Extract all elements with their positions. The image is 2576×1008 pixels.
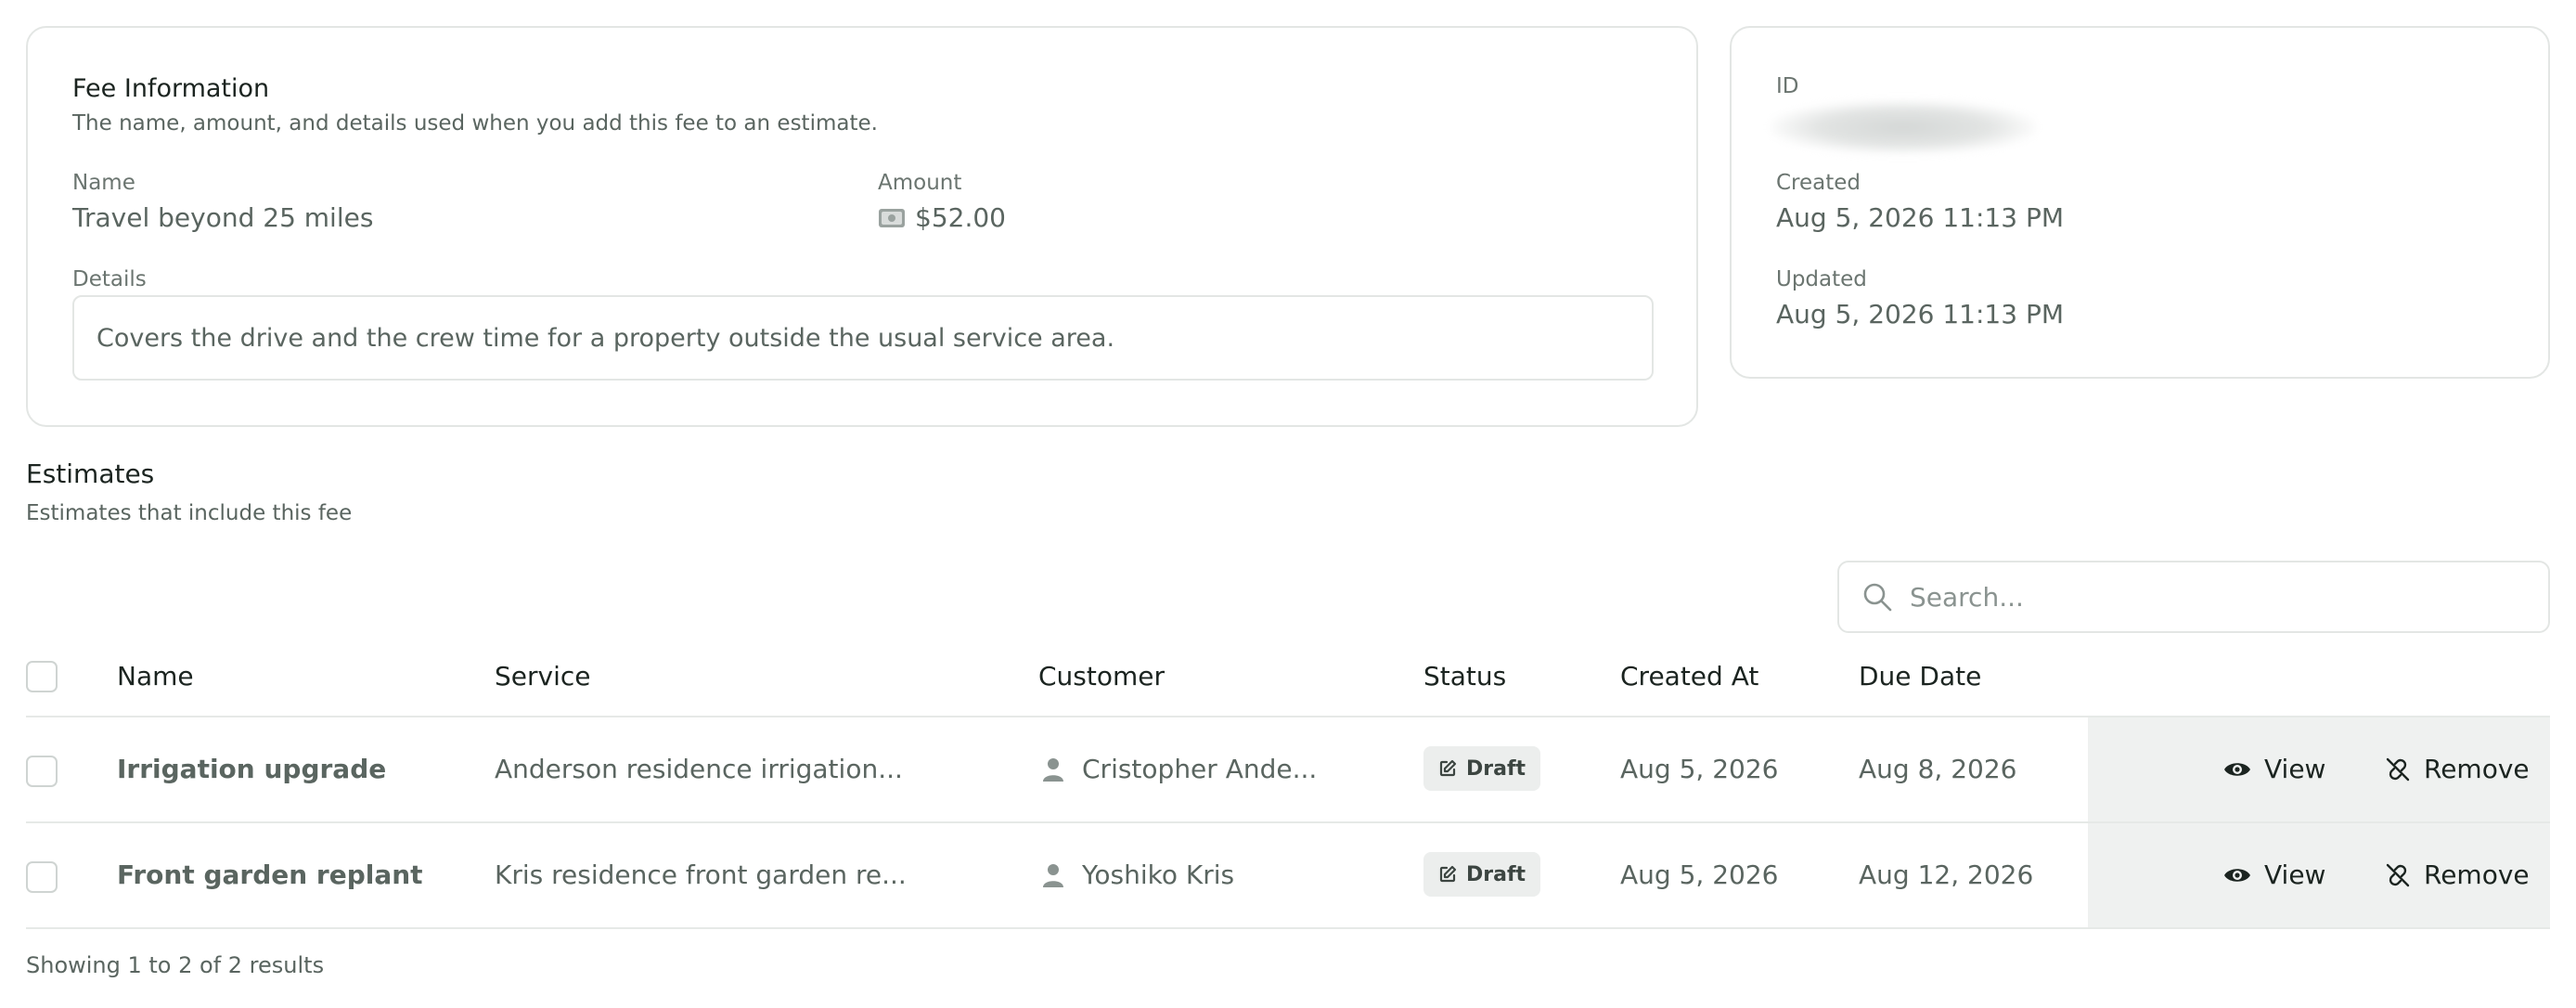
remove-button[interactable]: Remove: [2385, 754, 2530, 784]
remove-label: Remove: [2424, 859, 2530, 890]
updated-value: Aug 5, 2026 11:13 PM: [1776, 299, 2064, 330]
column-header-status[interactable]: Status: [1423, 661, 1506, 691]
estimate-service: Kris residence front garden re...: [495, 859, 907, 890]
status-badge: Draft: [1423, 852, 1541, 897]
eye-icon: [2223, 759, 2251, 780]
unlink-icon: [2385, 862, 2411, 888]
name-label: Name: [72, 171, 135, 195]
estimate-service: Anderson residence irrigation...: [495, 754, 903, 784]
edit-icon: [1438, 865, 1457, 884]
estimate-due-date: Aug 8, 2026: [1859, 754, 2017, 784]
select-all-checkbox[interactable]: [26, 661, 58, 692]
status-label: Draft: [1466, 862, 1526, 886]
edit-icon: [1438, 759, 1457, 778]
fee-information-card: Fee Information The name, amount, and de…: [26, 26, 1698, 427]
estimate-created-at: Aug 5, 2026: [1620, 754, 1779, 784]
row-divider: [26, 927, 2550, 929]
view-button[interactable]: View: [2223, 859, 2325, 890]
unlink-icon: [2385, 756, 2411, 782]
row-checkbox[interactable]: [26, 861, 58, 893]
column-header-name[interactable]: Name: [117, 661, 194, 691]
user-icon: [1041, 756, 1065, 782]
estimate-due-date: Aug 12, 2026: [1859, 859, 2034, 890]
details-field: Covers the drive and the crew time for a…: [72, 295, 1654, 381]
name-value: Travel beyond 25 miles: [72, 202, 374, 233]
status-label: Draft: [1466, 756, 1526, 781]
details-value: Covers the drive and the crew time for a…: [97, 323, 1115, 353]
amount-value: $52.00: [915, 202, 1006, 233]
eye-icon: [2223, 865, 2251, 885]
estimate-created-at: Aug 5, 2026: [1620, 859, 1779, 890]
column-header-service[interactable]: Service: [495, 661, 590, 691]
search-input[interactable]: [1910, 581, 2504, 613]
column-header-due-date[interactable]: Due Date: [1859, 661, 1981, 691]
metadata-card: ID Created Aug 5, 2026 11:13 PM Updated …: [1730, 26, 2550, 379]
card-title: Fee Information: [72, 74, 270, 103]
column-header-created-at[interactable]: Created At: [1620, 661, 1758, 691]
status-badge: Draft: [1423, 746, 1541, 791]
column-header-customer[interactable]: Customer: [1038, 661, 1165, 691]
row-checkbox[interactable]: [26, 756, 58, 787]
pagination-summary: Showing 1 to 2 of 2 results: [26, 952, 325, 978]
estimate-customer: Yoshiko Kris: [1041, 859, 1234, 890]
search-icon: [1861, 581, 1893, 613]
view-label: View: [2264, 754, 2326, 784]
id-value-redacted: [1771, 100, 2036, 154]
customer-name: Cristopher Ande...: [1082, 754, 1318, 784]
section-title: Estimates: [26, 459, 155, 489]
estimate-customer: Cristopher Ande...: [1041, 754, 1317, 784]
details-label: Details: [72, 267, 147, 291]
estimate-name-link[interactable]: Front garden replant: [117, 859, 423, 890]
created-label: Created: [1776, 171, 1861, 195]
created-value: Aug 5, 2026 11:13 PM: [1776, 202, 2064, 233]
card-description: The name, amount, and details used when …: [72, 111, 878, 136]
view-button[interactable]: View: [2223, 754, 2325, 784]
view-label: View: [2264, 859, 2326, 890]
updated-label: Updated: [1776, 267, 1867, 291]
section-description: Estimates that include this fee: [26, 501, 353, 525]
estimate-name-link[interactable]: Irrigation upgrade: [117, 754, 386, 784]
remove-label: Remove: [2424, 754, 2530, 784]
amount-label: Amount: [878, 171, 962, 195]
money-icon: [878, 208, 906, 228]
amount-value-row: $52.00: [878, 202, 1006, 233]
remove-button[interactable]: Remove: [2385, 859, 2530, 890]
user-icon: [1041, 862, 1065, 888]
id-label: ID: [1776, 74, 1799, 98]
search-field[interactable]: [1837, 561, 2550, 633]
customer-name: Yoshiko Kris: [1082, 859, 1235, 890]
